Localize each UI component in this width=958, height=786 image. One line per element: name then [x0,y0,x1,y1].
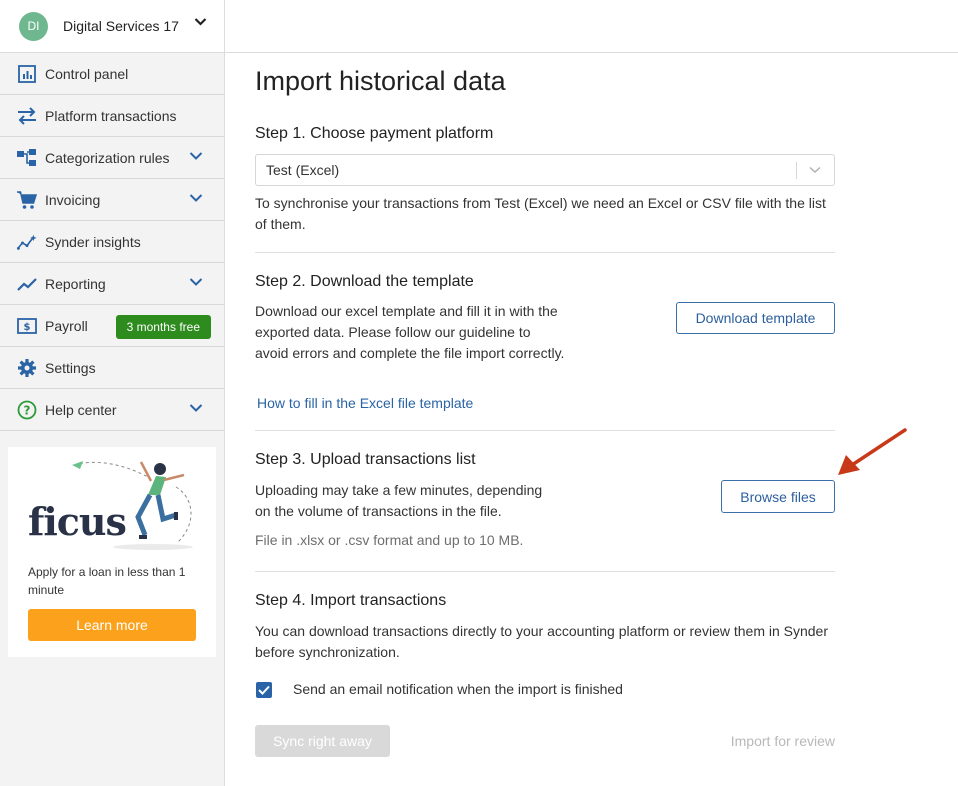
hierarchy-icon [17,148,37,168]
promo-text: Apply for a loan in less than 1 minute [28,565,186,597]
page-title: Import historical data [255,66,506,96]
top-bar [225,0,958,53]
step1-description: To synchronise your transactions from Te… [255,195,826,232]
select-value: Test (Excel) [266,162,340,178]
sidebar-item-label: Settings [45,359,96,376]
step2-description: Download our excel template and fill it … [255,303,565,361]
payroll-icon: $ [17,316,37,336]
sidebar: DI Digital Services 17 Control panel Pla… [0,0,225,786]
sidebar-item-label: Platform transactions [45,107,177,124]
sync-right-away-button[interactable]: Sync right away [255,725,390,757]
sidebar-item-label: Control panel [45,65,129,82]
cart-icon [17,190,37,210]
chevron-down-icon[interactable] [194,17,207,27]
learn-more-button[interactable]: Learn more [28,609,196,641]
org-name: Digital Services 17 [63,18,179,34]
step3-title: Step 3. Upload transactions list [255,451,476,468]
svg-text:$: $ [24,322,31,333]
file-format-note: File in .xlsx or .csv format and up to 1… [255,532,524,548]
chevron-down-icon[interactable] [189,403,203,413]
chart-icon [17,64,37,84]
chevron-down-icon[interactable] [189,277,203,287]
browse-files-button[interactable]: Browse files [721,480,835,513]
sidebar-item-label: Invoicing [45,191,101,208]
sidebar-item-label: Synder insights [45,233,141,250]
step4-description: You can download transactions directly t… [255,623,829,660]
sidebar-item-label: Help center [45,401,117,418]
svg-text:?: ? [24,403,31,417]
annotation-arrow-icon [838,428,907,475]
step4-title: Step 4. Import transactions [255,592,447,609]
import-for-review-link[interactable]: Import for review [731,733,835,749]
check-icon [258,685,270,695]
sidebar-item-reporting[interactable]: Reporting [0,263,224,305]
question-icon: ? [17,400,37,420]
sidebar-item-platform-transactions[interactable]: Platform transactions [0,95,224,137]
sidebar-item-control-panel[interactable]: Control panel [0,53,224,95]
gear-icon [17,358,37,378]
select-separator [796,162,797,179]
email-notification-label[interactable]: Send an email notification when the impo… [293,681,623,697]
sidebar-item-label: Reporting [45,275,106,292]
payment-platform-select[interactable]: Test (Excel) [255,154,835,186]
step2-title: Step 2. Download the template [255,273,474,290]
sidebar-item-label: Categorization rules [45,149,170,166]
ficus-logo: ficus [28,499,127,544]
step1-title: Step 1. Choose payment platform [255,125,494,142]
trend-icon [17,274,37,294]
chevron-down-icon[interactable] [808,165,822,175]
sidebar-item-invoicing[interactable]: Invoicing [0,179,224,221]
sidebar-item-synder-insights[interactable]: Synder insights [0,221,224,263]
sidebar-item-help-center[interactable]: ? Help center [0,389,224,431]
transfer-arrows-icon [17,106,37,126]
avatar: DI [19,11,48,41]
download-template-button[interactable]: Download template [676,302,835,334]
template-help-link[interactable]: How to fill in the Excel file template [257,395,473,411]
chevron-down-icon[interactable] [189,193,203,203]
divider [255,430,835,431]
ficus-promo-card: ficus Apply for a loan in less than 1 mi… [8,447,216,657]
insights-icon [17,232,37,252]
sidebar-item-label: Payroll [45,317,88,334]
sidebar-item-categorization-rules[interactable]: Categorization rules [0,137,224,179]
chevron-down-icon[interactable] [189,151,203,161]
sidebar-item-settings[interactable]: Settings [0,347,224,389]
divider [255,252,835,253]
divider [255,571,835,572]
step3-description: Uploading may take a few minutes, depend… [255,482,543,519]
org-switcher[interactable]: DI Digital Services 17 [0,0,224,53]
promo-badge: 3 months free [115,315,211,339]
email-notification-checkbox[interactable] [256,682,272,698]
sidebar-item-payroll[interactable]: $ Payroll 3 months free [0,305,224,347]
